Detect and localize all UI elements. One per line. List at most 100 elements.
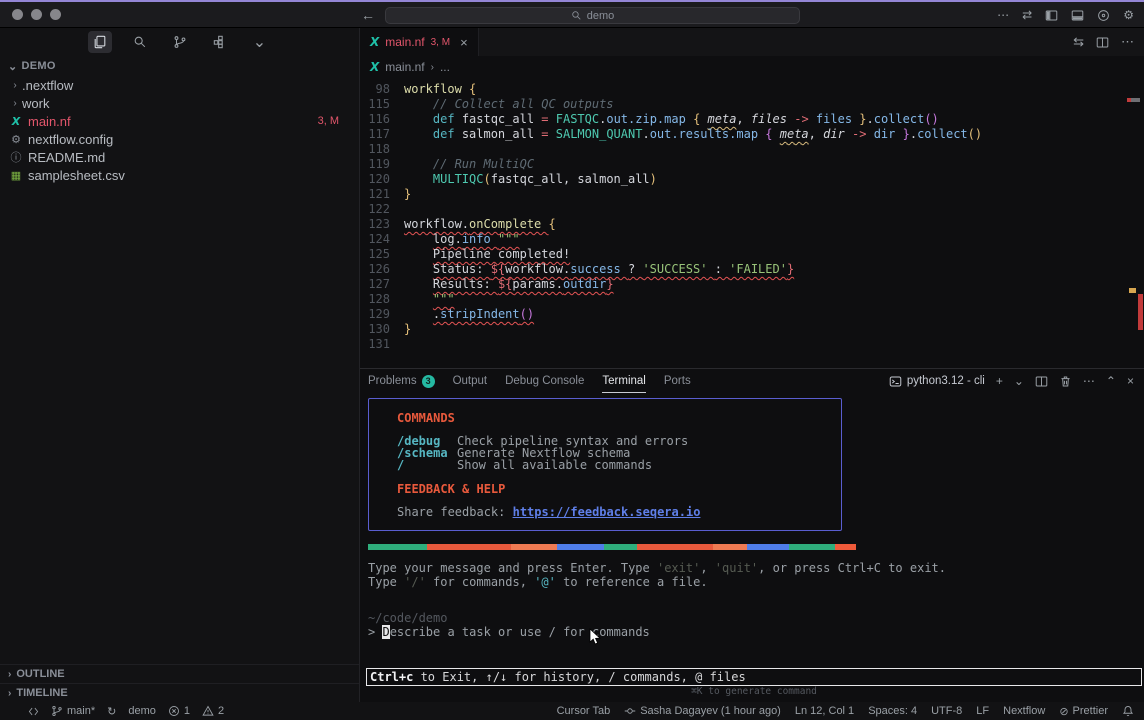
status-item-ln-12-col-1[interactable]: Ln 12, Col 1	[795, 705, 854, 717]
minimize-traffic-light[interactable]	[31, 9, 42, 20]
file-item-nextflow-config[interactable]: ⚙nextflow.config	[0, 130, 359, 148]
back-arrow-icon[interactable]: ←	[361, 7, 375, 23]
nextflow-file-icon: X	[370, 35, 379, 49]
code-line[interactable]: 124 log.info """	[360, 232, 1144, 247]
layout-panel-icon[interactable]	[1071, 9, 1084, 22]
trash-icon[interactable]	[1059, 375, 1072, 388]
panel-tab-ports[interactable]: Ports	[664, 369, 691, 393]
maximize-traffic-light[interactable]	[50, 9, 61, 20]
more-icon[interactable]: ⋯	[1121, 34, 1134, 50]
chevron-down-icon[interactable]: ⌄	[1014, 374, 1024, 388]
status-item-sync-icon[interactable]: ↻	[107, 705, 116, 718]
file-item-main-nf[interactable]: Xmain.nf3, M	[0, 112, 359, 130]
code-line[interactable]: 125 Pipeline completed!	[360, 247, 1144, 262]
terminal-instance-label[interactable]: python3.12 - cli	[889, 375, 985, 388]
assistant-icon[interactable]	[1097, 9, 1110, 22]
status-label: LF	[976, 705, 989, 717]
status-item-spaces-4[interactable]: Spaces: 4	[868, 705, 917, 717]
file-name: work	[22, 96, 339, 111]
chevron-down-icon[interactable]: ⌄	[248, 31, 272, 53]
code-line[interactable]: 121}	[360, 187, 1144, 202]
timeline-section[interactable]: › TIMELINE	[0, 683, 359, 702]
new-terminal-icon[interactable]: +	[996, 374, 1003, 388]
search-value: demo	[587, 10, 615, 22]
panel-tab-problems[interactable]: Problems3	[368, 369, 435, 393]
status-item-bell-icon[interactable]	[1122, 705, 1134, 717]
breadcrumb-more[interactable]: ...	[440, 60, 450, 74]
status-item-utf-8[interactable]: UTF-8	[931, 705, 962, 717]
explorer-icon[interactable]	[88, 31, 112, 53]
command-center-search[interactable]: demo	[385, 7, 800, 24]
code-line[interactable]: 98workflow {	[360, 82, 1144, 97]
status-item-nextflow[interactable]: Nextflow	[1003, 705, 1045, 717]
code-line[interactable]: 117 def salmon_all = SALMON_QUANT.out.re…	[360, 127, 1144, 142]
code-line[interactable]: 128 """	[360, 292, 1144, 307]
panel-tab-terminal[interactable]: Terminal	[602, 369, 645, 393]
panel-actions: python3.12 - cli + ⌄ ⋯ ⌃ ×	[889, 374, 1134, 388]
code-line[interactable]: 123workflow.onComplete {	[360, 217, 1144, 232]
terminal[interactable]: COMMANDS /debugCheck pipeline syntax and…	[360, 393, 1144, 702]
swap-arrows-icon[interactable]: ⇄	[1022, 8, 1032, 22]
status-item-sasha-dagayev-1-hour-ago-[interactable]: Sasha Dagayev (1 hour ago)	[624, 705, 781, 717]
code-text	[390, 142, 404, 157]
panel-tab-debug-console[interactable]: Debug Console	[505, 369, 584, 393]
split-terminal-icon[interactable]	[1035, 375, 1048, 388]
code-editor[interactable]: 98workflow {115 // Collect all QC output…	[360, 78, 1144, 368]
status-item-2[interactable]: 2	[202, 705, 224, 717]
code-text	[390, 337, 404, 352]
file-item-work[interactable]: ›work	[0, 94, 359, 112]
source-control-icon[interactable]	[168, 31, 192, 53]
close-traffic-light[interactable]	[12, 9, 23, 20]
prompt-symbol: >	[368, 625, 382, 639]
commands-heading: COMMANDS	[397, 411, 831, 425]
status-item-lf[interactable]: LF	[976, 705, 989, 717]
status-item-remote-icon[interactable]	[28, 706, 39, 717]
code-line[interactable]: 118	[360, 142, 1144, 157]
breadcrumb-file[interactable]: main.nf	[385, 60, 424, 74]
chevron-up-icon[interactable]: ⌃	[1106, 374, 1116, 388]
warning-icon	[202, 705, 214, 717]
csv-file-icon: ▦	[8, 169, 24, 182]
search-icon[interactable]	[128, 31, 152, 53]
outline-section[interactable]: › OUTLINE	[0, 664, 359, 683]
tab-close-icon[interactable]: ×	[460, 35, 468, 50]
extensions-icon[interactable]	[208, 31, 232, 53]
line-number: 121	[360, 187, 390, 202]
explorer-header[interactable]: ⌄ DEMO	[0, 56, 359, 76]
code-line[interactable]: 115 // Collect all QC outputs	[360, 97, 1144, 112]
code-line[interactable]: 120 MULTIQC(fastqc_all, salmon_all)	[360, 172, 1144, 187]
command-row: /Show all available commands	[397, 459, 831, 471]
code-line[interactable]: 126 Status: ${workflow.success ? 'SUCCES…	[360, 262, 1144, 277]
split-editor-icon[interactable]	[1096, 34, 1109, 50]
layout-sidebar-icon[interactable]	[1045, 9, 1058, 22]
code-line[interactable]: 122	[360, 202, 1144, 217]
breadcrumb[interactable]: X main.nf › ...	[360, 56, 1144, 78]
settings-gear-icon[interactable]: ⚙	[1123, 8, 1134, 22]
file-item-samplesheet-csv[interactable]: ▦samplesheet.csv	[0, 166, 359, 184]
tab-main-nf[interactable]: X main.nf 3, M ×	[360, 28, 479, 56]
line-number: 117	[360, 127, 390, 142]
code-line[interactable]: 127 Results: ${params.outdir}	[360, 277, 1144, 292]
status-item-main-[interactable]: main*	[51, 705, 95, 717]
prettier-icon: ⊘	[1059, 705, 1068, 718]
file-item--nextflow[interactable]: ›.nextflow	[0, 76, 359, 94]
code-line[interactable]: 116 def fastqc_all = FASTQC.out.zip.map …	[360, 112, 1144, 127]
terminal-input-box[interactable]: Ctrl+c to Exit, ↑/↓ for history, / comma…	[366, 668, 1142, 686]
terminal-prompt-line[interactable]: > Describe a task or use / for commands	[368, 625, 1144, 639]
bell-icon	[1122, 705, 1134, 717]
more-icon[interactable]: ⋯	[1083, 374, 1095, 388]
status-item-demo[interactable]: demo	[128, 705, 156, 717]
file-item-readme-md[interactable]: ⓘREADME.md	[0, 148, 359, 166]
open-changes-icon[interactable]: ⇆	[1073, 34, 1084, 50]
status-item-1[interactable]: 1	[168, 705, 190, 717]
panel-tab-output[interactable]: Output	[453, 369, 488, 393]
status-item-cursor-tab[interactable]: Cursor Tab	[557, 705, 611, 717]
close-icon[interactable]: ×	[1127, 374, 1134, 388]
code-line[interactable]: 129 .stripIndent()	[360, 307, 1144, 322]
code-line[interactable]: 119 // Run MultiQC	[360, 157, 1144, 172]
feedback-link[interactable]: https://feedback.seqera.io	[513, 505, 701, 519]
status-item-prettier[interactable]: ⊘Prettier	[1059, 705, 1108, 718]
code-line[interactable]: 130}	[360, 322, 1144, 337]
more-icon[interactable]: ⋯	[997, 8, 1009, 22]
code-line[interactable]: 131	[360, 337, 1144, 352]
